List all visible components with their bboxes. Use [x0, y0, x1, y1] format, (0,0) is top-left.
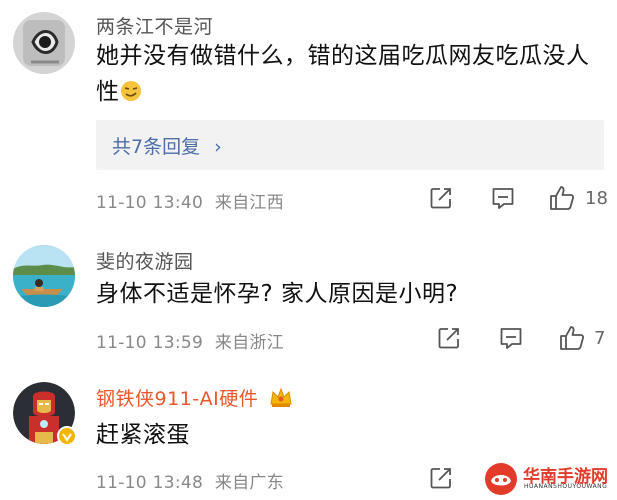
share-icon[interactable] — [436, 325, 462, 353]
watermark-subtext: HUANANSHOUYOUWANG — [524, 483, 608, 490]
avatar[interactable] — [13, 245, 75, 307]
comment-meta: 11-10 13:48 来自广东 — [96, 468, 284, 493]
username[interactable]: 斐的夜游园 — [96, 247, 194, 274]
username[interactable]: 两条江不是河 — [96, 12, 213, 39]
share-icon[interactable] — [428, 185, 454, 213]
comment-text-line: 性 — [96, 79, 120, 105]
comment-item: 两条江不是河 她并没有做错什么，错的这届吃瓜网友吃瓜没人 性 共7条回复 › 11… — [0, 0, 617, 225]
chevron-right-icon: › — [214, 136, 222, 158]
comment-meta: 11-10 13:59 来自浙江 — [96, 328, 284, 353]
username-text: 钢铁侠911-AI硬件 — [96, 388, 259, 410]
smirk-emoji-icon — [120, 77, 142, 101]
replies-count-label: 共7条回复 — [112, 136, 201, 158]
watermark-logo: 华南手游网 HUANANSHOUYOUWANG — [483, 460, 613, 498]
view-replies-link[interactable]: 共7条回复 › — [112, 132, 222, 159]
comment-icon[interactable] — [498, 325, 524, 353]
share-icon[interactable] — [428, 465, 454, 493]
location: 来自广东 — [214, 473, 285, 493]
replies-box[interactable]: 共7条回复 › — [96, 120, 604, 170]
like-count: 18 — [585, 188, 608, 209]
watermark-emblem-icon — [485, 463, 517, 495]
username[interactable]: 钢铁侠911-AI硬件 — [96, 384, 293, 413]
location: 来自浙江 — [214, 333, 285, 353]
avatar[interactable] — [13, 382, 77, 446]
verified-badge-icon — [57, 426, 77, 446]
avatar[interactable] — [13, 12, 75, 74]
comment-text: 身体不适是怀孕? 家人原因是小明? — [96, 281, 459, 307]
like-count: 7 — [594, 328, 606, 349]
like-icon[interactable] — [548, 184, 576, 212]
location: 来自江西 — [214, 193, 285, 213]
comment-icon[interactable] — [490, 185, 516, 213]
comment-item: 斐的夜游园 身体不适是怀孕? 家人原因是小明? 11-10 13:59 来自浙江… — [0, 225, 617, 360]
timestamp: 11-10 13:40 — [96, 193, 204, 213]
crown-badge-icon — [269, 386, 293, 413]
comment-meta: 11-10 13:40 来自江西 — [96, 188, 284, 213]
comment-text: 她并没有做错什么，错的这届吃瓜网友吃瓜没人 性 — [96, 38, 596, 110]
timestamp: 11-10 13:59 — [96, 333, 204, 353]
timestamp: 11-10 13:48 — [96, 473, 204, 493]
like-icon[interactable] — [558, 324, 586, 352]
comment-text: 赶紧滚蛋 — [96, 422, 190, 448]
comment-text-line: 她并没有做错什么，错的这届吃瓜网友吃瓜没人 — [96, 43, 590, 69]
